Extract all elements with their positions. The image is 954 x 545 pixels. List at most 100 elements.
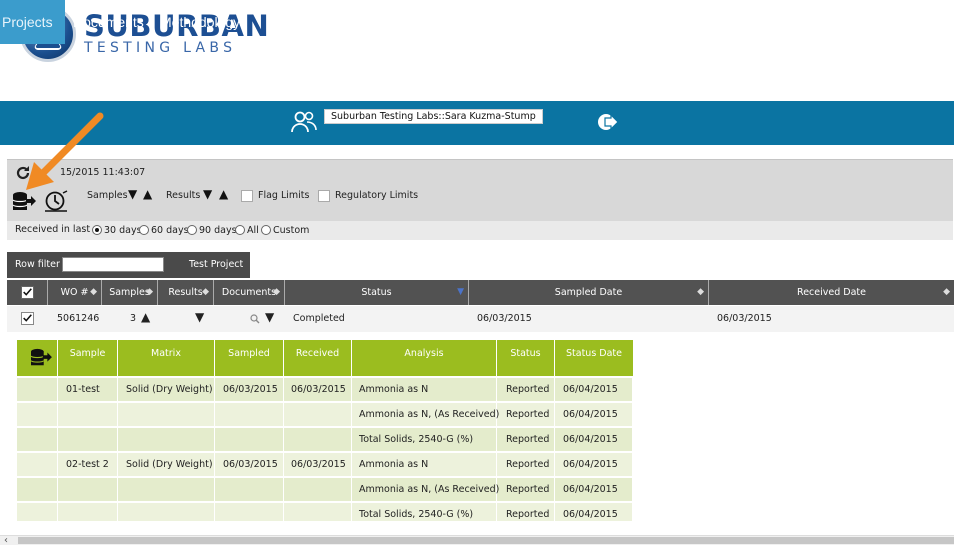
nav-documents[interactable]: Documents <box>73 0 144 44</box>
column-header-documents[interactable]: Documents ◆ <box>214 280 285 305</box>
row-checkbox[interactable] <box>21 312 34 325</box>
export-data-icon[interactable] <box>12 191 36 213</box>
sub-sampled: 06/03/2015 <box>223 384 278 395</box>
range-all-label: All <box>247 225 259 236</box>
refresh-icon[interactable] <box>15 165 31 181</box>
sub-status: Reported <box>506 459 550 470</box>
sub-header-sample: Sample <box>58 340 118 376</box>
sub-header-status-date: Status Date <box>555 340 633 376</box>
samples-sort-down-icon[interactable]: ▼ <box>128 188 137 200</box>
sort-icon: ◆ <box>273 287 280 297</box>
sub-status: Reported <box>506 409 550 420</box>
sub-table-icon-cell <box>17 340 57 376</box>
sub-header-status: Status <box>497 340 555 376</box>
status-value: Completed <box>293 313 345 324</box>
samples-sort-up-icon[interactable]: ▲ <box>143 188 152 200</box>
sub-status-date: 06/04/2015 <box>563 459 618 470</box>
sub-status: Reported <box>506 434 550 445</box>
sort-icon: ◆ <box>146 287 153 297</box>
sub-status: Reported <box>506 384 550 395</box>
nav-methodology[interactable]: Methodology <box>160 0 240 44</box>
regulatory-limits-checkbox[interactable] <box>318 190 330 202</box>
received-in-last-label: Received in last <box>15 224 91 235</box>
sort-icon: ◆ <box>697 287 704 297</box>
sub-status: Reported <box>506 509 550 520</box>
sub-analysis: Ammonia as N, (As Received) <box>359 484 500 495</box>
range-90-days-radio[interactable] <box>187 225 197 235</box>
column-divider <box>283 377 284 521</box>
column-header-samples[interactable]: Samples ◆ <box>102 280 158 305</box>
scroll-left-icon[interactable]: ‹ <box>4 535 8 545</box>
sub-header-analysis: Analysis <box>352 340 497 376</box>
documents-expand-icon[interactable]: ▼ <box>265 310 274 324</box>
column-header-received-date[interactable]: Received Date ◆ <box>709 280 954 305</box>
select-all-checkbox[interactable] <box>21 286 34 299</box>
column-header-samples-label: Samples <box>109 287 150 298</box>
sub-status-date: 06/04/2015 <box>563 434 618 445</box>
range-all-radio[interactable] <box>235 225 245 235</box>
received-date-value: 06/03/2015 <box>717 313 772 324</box>
sub-matrix: Solid (Dry Weight) <box>126 459 213 470</box>
samples-expand-icon[interactable]: ▲ <box>141 310 150 324</box>
range-30-days-label: 30 days <box>104 225 142 236</box>
sub-analysis: Total Solids, 2540-G (%) <box>359 434 474 445</box>
nav-projects[interactable]: Projects <box>0 0 65 44</box>
column-divider <box>554 377 555 521</box>
logout-icon[interactable] <box>596 112 620 132</box>
column-header-documents-label: Documents <box>221 287 277 298</box>
sub-sample: 01-test <box>66 384 100 395</box>
sort-desc-icon: ▼ <box>457 287 464 297</box>
row-filter-label: Row filter <box>15 259 60 270</box>
clock-icon[interactable] <box>44 189 68 213</box>
magnifier-icon[interactable] <box>250 314 260 324</box>
range-custom-label: Custom <box>273 225 310 236</box>
current-user-display[interactable]: Suburban Testing Labs::Sara Kuzma-Stump <box>324 109 543 124</box>
results-label: Results <box>166 190 201 201</box>
sort-icon: ◆ <box>943 287 950 297</box>
range-custom-radio[interactable] <box>261 225 271 235</box>
sample-count: 3 <box>130 313 137 324</box>
column-divider <box>351 377 352 521</box>
results-sort-up-icon[interactable]: ▲ <box>219 188 228 200</box>
results-expand-icon[interactable]: ▼ <box>195 310 204 324</box>
sub-status-date: 06/04/2015 <box>563 384 618 395</box>
export-data-icon[interactable] <box>29 348 53 368</box>
range-60-days-radio[interactable] <box>139 225 149 235</box>
column-divider <box>117 377 118 521</box>
column-header-wo[interactable]: WO # ◆ <box>48 280 102 305</box>
sub-header-matrix: Matrix <box>118 340 215 376</box>
sub-status: Reported <box>506 484 550 495</box>
range-30-days-radio[interactable] <box>92 225 102 235</box>
sub-received: 06/03/2015 <box>291 384 346 395</box>
sort-icon: ◆ <box>202 287 209 297</box>
column-header-status[interactable]: Status ▼ <box>285 280 469 305</box>
sub-header-received: Received <box>284 340 352 376</box>
scroll-thumb[interactable] <box>18 537 954 544</box>
regulatory-limits-label: Regulatory Limits <box>335 190 419 201</box>
column-header-status-label: Status <box>361 287 392 298</box>
flag-limits-label: Flag Limits <box>258 190 310 201</box>
column-header-results[interactable]: Results ◆ <box>158 280 214 305</box>
test-project-label[interactable]: Test Project <box>189 259 243 270</box>
row-filter-input[interactable] <box>62 257 164 272</box>
column-divider <box>496 377 497 521</box>
sub-sample: 02-test 2 <box>66 459 109 470</box>
sub-status-date: 06/04/2015 <box>563 509 618 520</box>
sort-icon: ◆ <box>90 287 97 297</box>
users-icon[interactable] <box>291 110 317 134</box>
sub-received: 06/03/2015 <box>291 459 346 470</box>
results-sort-down-icon[interactable]: ▼ <box>203 188 212 200</box>
flag-limits-checkbox[interactable] <box>241 190 253 202</box>
column-header-sampled-date[interactable]: Sampled Date ◆ <box>469 280 709 305</box>
sub-status-date: 06/04/2015 <box>563 484 618 495</box>
sub-analysis: Ammonia as N <box>359 459 429 470</box>
sub-matrix: Solid (Dry Weight) <box>126 384 213 395</box>
range-90-days-label: 90 days <box>199 225 237 236</box>
column-header-sampled-date-label: Sampled Date <box>554 287 623 298</box>
column-divider <box>57 377 58 521</box>
samples-label: Samples <box>87 190 128 201</box>
sub-header-sampled: Sampled <box>215 340 284 376</box>
wo-number: 5061246 <box>57 313 100 324</box>
sub-sampled: 06/03/2015 <box>223 459 278 470</box>
column-header-results-label: Results <box>168 287 203 298</box>
